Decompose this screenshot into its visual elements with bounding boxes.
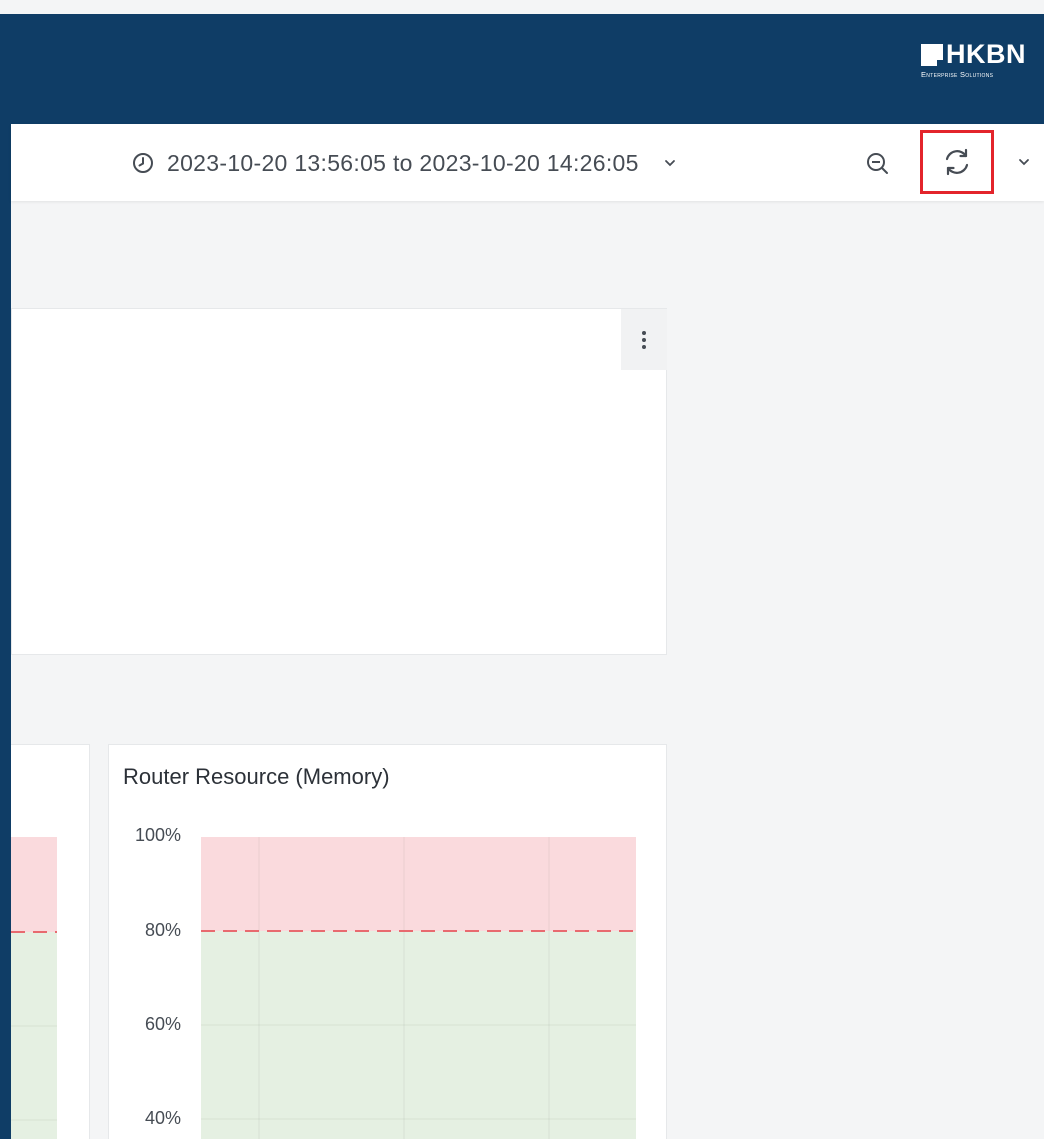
refresh-options-chevron-icon[interactable] (1016, 154, 1032, 170)
refresh-icon (945, 148, 969, 176)
danger-zone (11, 837, 57, 932)
clock-icon (133, 153, 153, 173)
logo-mark-icon (921, 43, 943, 66)
top-header: HKBN Enterprise Solutions (11, 14, 1044, 124)
cpu-panel-partial (11, 744, 90, 1139)
time-range-label: 2023-10-20 13:56:05 to 2023-10-20 14:26:… (167, 149, 639, 176)
refresh-button[interactable] (920, 130, 994, 194)
danger-zone (201, 837, 636, 931)
zoom-out-button[interactable] (861, 147, 895, 181)
dashboard-panel (11, 308, 667, 655)
ok-zone (11, 932, 57, 1139)
panel-menu-button[interactable] (621, 309, 667, 370)
dashboard-toolbar: 2023-10-20 13:56:05 to 2023-10-20 14:26:… (11, 124, 1044, 201)
ok-zone (201, 931, 636, 1139)
kebab-menu-icon (642, 330, 646, 349)
sidebar-edge (0, 14, 11, 1139)
chevron-down-icon (664, 160, 675, 167)
time-range-picker[interactable]: 2023-10-20 13:56:05 to 2023-10-20 14:26:… (132, 146, 677, 180)
hkbn-logo[interactable]: HKBN Enterprise Solutions (921, 41, 1026, 79)
zoom-out-icon (867, 153, 888, 174)
memory-chart (201, 837, 636, 1139)
memory-panel: Router Resource (Memory) 100% 80% 60% 40… (108, 744, 667, 1139)
logo-tagline: Enterprise Solutions (921, 70, 994, 79)
left-panel-chart (11, 837, 57, 1139)
logo-brand-text: HKBN (946, 39, 1026, 69)
